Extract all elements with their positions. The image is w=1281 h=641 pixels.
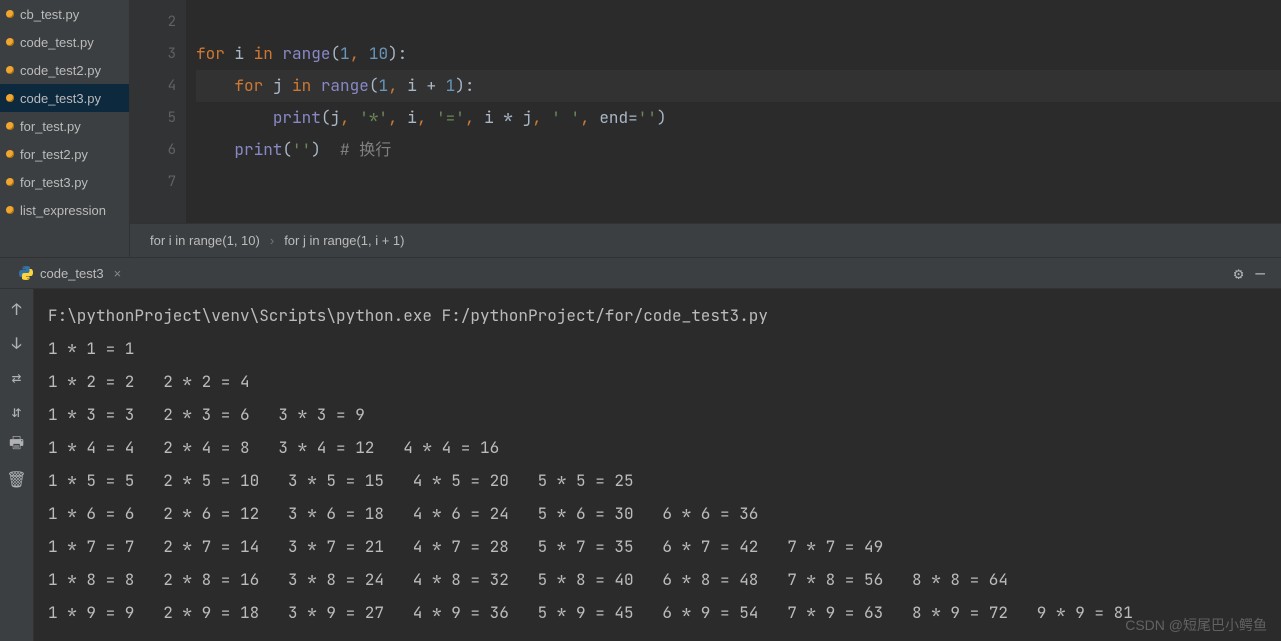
step-icon[interactable]: ⇵ (7, 401, 27, 421)
file-label: list_expression (20, 203, 106, 218)
stop-icon[interactable]: ↓ (7, 333, 27, 353)
delete-icon[interactable]: 🗑 (7, 469, 27, 489)
file-item-list_expression[interactable]: list_expression (0, 196, 129, 224)
file-label: code_test3.py (20, 91, 101, 106)
file-label: for_test2.py (20, 147, 88, 162)
gutter: 234567 (130, 0, 186, 223)
console-line: 1 * 1 = 1 (48, 332, 1267, 365)
code-content[interactable]: for i in range(1, 10): for j in range(1,… (186, 0, 1281, 223)
breadcrumbs[interactable]: for i in range(1, 10) › for j in range(1, … (130, 223, 1281, 257)
breadcrumb-sep: › (270, 233, 274, 248)
console-output[interactable]: F:\pythonProject\venv\Scripts\python.exe… (34, 289, 1281, 641)
file-item-code_test2-py[interactable]: code_test2.py (0, 56, 129, 84)
close-tab-icon[interactable]: × (114, 266, 122, 281)
rerun-icon[interactable]: ↑ (7, 299, 27, 319)
console-line: 1 * 3 = 3 2 * 3 = 6 3 * 3 = 9 (48, 398, 1267, 431)
code-line[interactable]: for i in range(1, 10): (196, 38, 1281, 70)
code-line[interactable]: print('') # 换行 (196, 134, 1281, 166)
code-editor: 234567 for i in range(1, 10): for j in r… (130, 0, 1281, 257)
file-label: for_test3.py (20, 175, 88, 190)
console-line: 1 * 8 = 8 2 * 8 = 16 3 * 8 = 24 4 * 8 = … (48, 563, 1267, 596)
breadcrumb-item[interactable]: for j in range(1, i + 1) (284, 233, 404, 248)
run-tab[interactable]: code_test3 × (10, 262, 129, 284)
breadcrumb-item[interactable]: for i in range(1, 10) (150, 233, 260, 248)
file-label: code_test.py (20, 35, 94, 50)
python-file-icon (6, 66, 14, 74)
console-line: 1 * 2 = 2 2 * 2 = 4 (48, 365, 1267, 398)
run-toolbar: code_test3 × ⚙ — (0, 257, 1281, 289)
code-line[interactable] (196, 166, 1281, 198)
line-number: 6 (130, 134, 176, 166)
file-item-cb_test-py[interactable]: cb_test.py (0, 0, 129, 28)
line-number: 7 (130, 166, 176, 198)
console-line: 1 * 9 = 9 2 * 9 = 18 3 * 9 = 27 4 * 9 = … (48, 596, 1267, 629)
line-number: 3 (130, 38, 176, 70)
file-label: cb_test.py (20, 7, 79, 22)
gear-icon[interactable]: ⚙ (1228, 263, 1250, 284)
run-tab-label: code_test3 (40, 266, 104, 281)
python-file-icon (6, 10, 14, 18)
line-number: 5 (130, 102, 176, 134)
console-line: 1 * 5 = 5 2 * 5 = 10 3 * 5 = 15 4 * 5 = … (48, 464, 1267, 497)
restart-icon[interactable]: ⇄ (7, 367, 27, 387)
console-line: 1 * 6 = 6 2 * 6 = 12 3 * 6 = 18 4 * 6 = … (48, 497, 1267, 530)
file-item-for_test2-py[interactable]: for_test2.py (0, 140, 129, 168)
line-number: 2 (130, 6, 176, 38)
python-file-icon (6, 94, 14, 102)
console-line: 1 * 4 = 4 2 * 4 = 8 3 * 4 = 12 4 * 4 = 1… (48, 431, 1267, 464)
code-line[interactable] (196, 6, 1281, 38)
python-file-icon (6, 178, 14, 186)
file-item-code_test-py[interactable]: code_test.py (0, 28, 129, 56)
code-line[interactable]: for j in range(1, i + 1): (196, 70, 1281, 102)
console-line: F:\pythonProject\venv\Scripts\python.exe… (48, 299, 1267, 332)
python-file-icon (6, 206, 14, 214)
file-item-for_test-py[interactable]: for_test.py (0, 112, 129, 140)
python-icon (18, 265, 34, 281)
file-label: code_test2.py (20, 63, 101, 78)
file-item-code_test3-py[interactable]: code_test3.py (0, 84, 129, 112)
project-tree[interactable]: cb_test.py code_test.py code_test2.py code_… (0, 0, 130, 257)
run-tool-column: ↑ ↓ ⇄ ⇵ 🖶 🗑 (0, 289, 34, 641)
minimize-icon[interactable]: — (1249, 263, 1271, 284)
console-line: 1 * 7 = 7 2 * 7 = 14 3 * 7 = 21 4 * 7 = … (48, 530, 1267, 563)
python-file-icon (6, 38, 14, 46)
line-number: 4 (130, 70, 176, 102)
file-item-for_test3-py[interactable]: for_test3.py (0, 168, 129, 196)
python-file-icon (6, 122, 14, 130)
file-label: for_test.py (20, 119, 81, 134)
python-file-icon (6, 150, 14, 158)
code-line[interactable]: print(j, '*', i, '=', i * j, ' ', end=''… (196, 102, 1281, 134)
print-icon[interactable]: 🖶 (7, 435, 27, 455)
